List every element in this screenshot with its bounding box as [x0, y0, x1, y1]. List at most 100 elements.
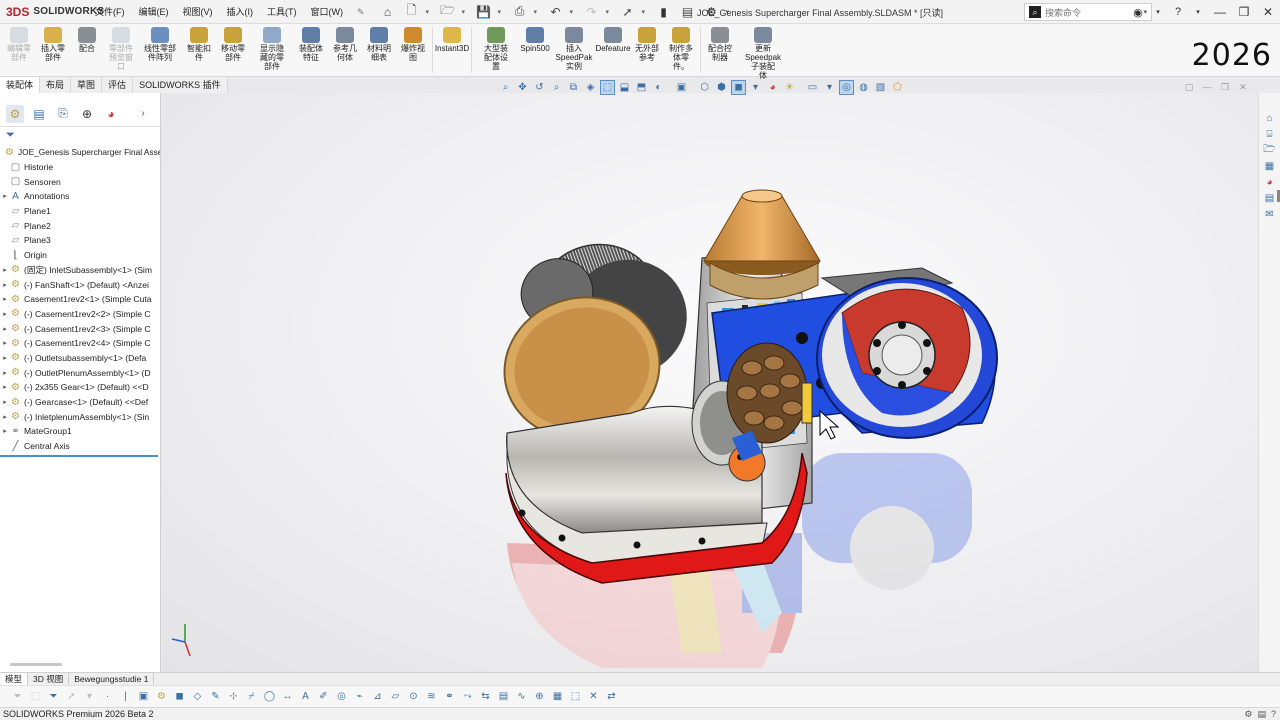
appearances-icon[interactable]: ◕	[1263, 175, 1277, 189]
chevron-down-icon[interactable]: ▾	[534, 8, 542, 16]
select-datum-icon[interactable]: ⊿	[370, 689, 385, 704]
tree-node[interactable]: ╱ Central Axis	[0, 439, 160, 454]
tab-evaluate[interactable]: 评估	[102, 77, 134, 93]
display-style-icon[interactable]: ⬓	[617, 80, 632, 95]
chevron-down-icon[interactable]: ▾	[606, 8, 614, 16]
units-icon[interactable]: ▤	[1257, 709, 1266, 720]
select-vertex-icon[interactable]: ·	[100, 689, 115, 704]
tree-node[interactable]: ▸ ⚙ (-) FanShaft<1> (Default) <Anzei	[0, 277, 160, 292]
command-button-14[interactable]: Spin500	[518, 24, 552, 53]
tab-3d-views[interactable]: 3D 视图	[28, 673, 70, 685]
tree-node[interactable]: ▸ ⚙ (-) InletplenumAssembly<1> (Sin	[0, 409, 160, 424]
command-button-12[interactable]: Instant3D	[435, 24, 469, 53]
select-face-icon[interactable]: ▣	[136, 689, 151, 704]
expand-arrow-icon[interactable]: ▸	[0, 310, 10, 318]
menu-file[interactable]: 文件(F)	[88, 0, 132, 24]
apply-scene-icon[interactable]: ▣	[674, 80, 689, 95]
chevron-down-icon[interactable]: ▾	[498, 8, 506, 16]
tile-icon[interactable]: ▢	[1182, 82, 1196, 93]
restore-icon[interactable]: ❐	[1218, 82, 1232, 93]
view-settings-icon[interactable]: ⬡	[697, 80, 712, 95]
tree-node[interactable]: ▸ ⚙ (固定) InletSubassembly<1> (Sim	[0, 263, 160, 278]
select-annotation-icon[interactable]: A	[298, 689, 313, 704]
help-icon[interactable]: ?	[1271, 709, 1276, 720]
expand-arrow-icon[interactable]: ▸	[0, 295, 10, 303]
user-account-icon[interactable]: ◉	[1128, 6, 1148, 19]
minimize-icon[interactable]: —	[1208, 5, 1232, 19]
select-cosmetic-thread-icon[interactable]: ≋	[424, 689, 439, 704]
command-button-19[interactable]: 配合控 制器	[703, 24, 737, 62]
select-spline-icon[interactable]: ∿	[514, 689, 529, 704]
tree-node[interactable]: ⚙ JOE_Genesis Supercharger Final Asse	[0, 145, 160, 160]
menu-edit[interactable]: 编辑(E)	[132, 0, 176, 24]
pointer-icon[interactable]: ➚	[64, 689, 79, 704]
select-point-icon[interactable]: ⊹	[226, 689, 241, 704]
tree-filter[interactable]: ⏷	[0, 127, 160, 143]
select-hole-icon[interactable]: ⊙	[406, 689, 421, 704]
command-button-6[interactable]: 移动零 部件	[216, 24, 250, 62]
select-all-icon[interactable]: ⬚	[568, 689, 583, 704]
close-icon[interactable]: ✕	[1236, 82, 1250, 93]
clear-filters-icon[interactable]: ✕	[586, 689, 601, 704]
tab-model[interactable]: 模型	[0, 673, 29, 685]
tree-node[interactable]: ▱ Plane1	[0, 204, 160, 219]
view-orientation-icon[interactable]: ⬚	[600, 80, 615, 95]
tree-node[interactable]: ▸ ⚙ Casement1rev2<1> (Simple Cuta	[0, 292, 160, 307]
command-button-17[interactable]: 无外部 参考	[630, 24, 664, 62]
chevron-down-icon[interactable]: ▾	[426, 8, 434, 16]
scene-icon[interactable]: ☀	[782, 80, 797, 95]
select-all-filters-icon[interactable]: ▦	[550, 689, 565, 704]
zoom-to-fit-icon[interactable]: ⌕	[498, 80, 513, 95]
realview-icon[interactable]: ◎	[839, 80, 854, 95]
tree-node[interactable]: ▱ Plane2	[0, 218, 160, 233]
expand-arrow-icon[interactable]: ▸	[0, 427, 10, 435]
print-icon[interactable]: ⎙	[510, 3, 530, 21]
open-folder-icon[interactable]: 🗁	[438, 3, 458, 21]
tab-solidworks-addins[interactable]: SOLIDWORKS 插件	[133, 77, 228, 93]
appearance-icon[interactable]: ◕	[765, 80, 780, 95]
command-button-2[interactable]: 配合	[70, 24, 104, 53]
select-mate-icon[interactable]: ⚭	[442, 689, 457, 704]
command-button-4[interactable]: 线性零部 件阵列	[138, 24, 182, 62]
chevron-down-icon[interactable]: ▾	[1148, 8, 1168, 16]
select-pointer-icon[interactable]: ➚	[618, 3, 638, 21]
chevron-down-icon[interactable]: ▾	[82, 689, 97, 704]
tab-motion-study[interactable]: Bewegungsstudie 1	[69, 673, 155, 685]
hide-show-icon[interactable]: ⬒	[634, 80, 649, 95]
expand-arrow-icon[interactable]: ▸	[0, 383, 10, 391]
previous-view-icon[interactable]: ↺	[532, 80, 547, 95]
pin-icon[interactable]: ✎	[350, 0, 372, 24]
expand-arrow-icon[interactable]: ▸	[0, 369, 10, 377]
expand-arrow-icon[interactable]: ▸	[0, 281, 10, 289]
ambient-occlusion-icon[interactable]: ▧	[873, 80, 888, 95]
dynamic-annotation-icon[interactable]: ◈	[583, 80, 598, 95]
menu-tools[interactable]: 工具(T)	[260, 0, 304, 24]
supercharger-model[interactable]	[162, 93, 1258, 672]
view-palette-icon[interactable]: ▦	[1263, 159, 1277, 173]
expand-arrow-icon[interactable]: ▸	[0, 192, 10, 200]
help-icon[interactable]: ?	[1168, 6, 1188, 18]
toggle-filters-icon[interactable]: ⇄	[604, 689, 619, 704]
chevron-down-icon[interactable]: ▾	[462, 8, 470, 16]
command-button-10[interactable]: 材料明 细表	[362, 24, 396, 62]
select-block-icon[interactable]: ▤	[496, 689, 511, 704]
select-surface-icon[interactable]: ▱	[388, 689, 403, 704]
expand-arrow-icon[interactable]: ▸	[0, 266, 10, 274]
zoom-to-area-icon[interactable]: ✥	[515, 80, 530, 95]
select-weld-icon[interactable]: ⌁	[352, 689, 367, 704]
tree-node[interactable]: ▸ ⚙ (-) Casement1rev2<4> (Simple C	[0, 336, 160, 351]
expand-arrow-icon[interactable]: ▸	[0, 413, 10, 421]
tab-assembly[interactable]: 装配体	[0, 77, 41, 93]
select-component-icon[interactable]: ⚙	[154, 689, 169, 704]
command-button-16[interactable]: Defeature	[595, 24, 631, 53]
select-body-icon[interactable]: ◼	[172, 689, 187, 704]
tree-node[interactable]: ▸ ⚭ MateGroup1	[0, 424, 160, 439]
command-button-8[interactable]: 装配体 特征	[294, 24, 328, 62]
filter-icon[interactable]: ⏷	[10, 689, 25, 704]
command-button-5[interactable]: 智能扣 件	[182, 24, 216, 62]
tree-node[interactable]: ▸ ⚙ (-) OutletPlenumAssembly<1> (D	[0, 365, 160, 380]
select-dimension-icon[interactable]: ↔	[280, 689, 295, 704]
expand-arrow-icon[interactable]: ▸	[0, 354, 10, 362]
tree-node[interactable]: ▢ Historie	[0, 160, 160, 175]
rollback-bar[interactable]	[0, 455, 158, 458]
